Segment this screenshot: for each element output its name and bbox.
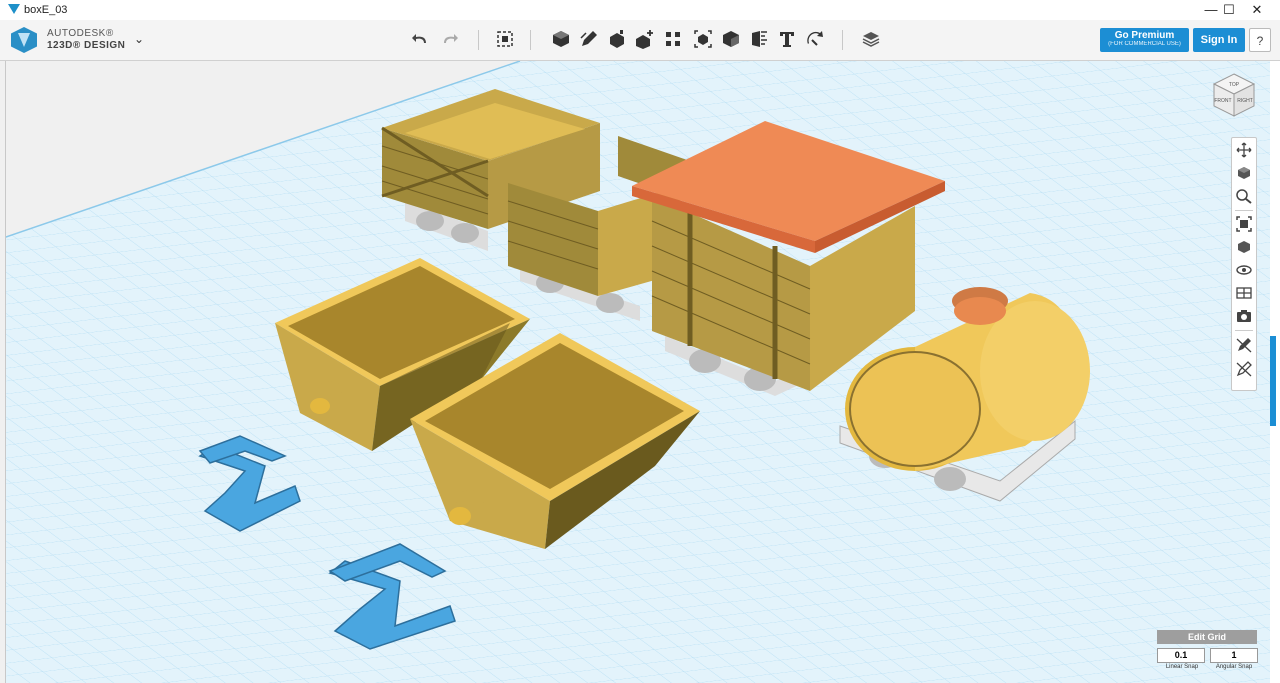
app-menu-chevron-icon[interactable]: ⌄ (134, 32, 144, 46)
primitives-icon[interactable] (550, 28, 572, 50)
linear-snap-field[interactable]: 0.1 (1157, 648, 1205, 663)
navbar-separator (1235, 210, 1253, 211)
grouping-icon[interactable] (692, 28, 714, 50)
material-icon[interactable] (860, 28, 882, 50)
close-button[interactable]: ✕ (1234, 0, 1280, 20)
go-premium-label: Go Premium (1114, 30, 1175, 41)
angular-snap-field[interactable]: 1 (1210, 648, 1258, 663)
materials-icon[interactable] (1234, 284, 1254, 302)
construct-icon[interactable] (606, 28, 628, 50)
snap-tool-icon[interactable] (1234, 360, 1254, 378)
edit-icon[interactable] (1234, 336, 1254, 354)
brand-line2: 123D® DESIGN (47, 40, 126, 51)
toolbar-separator (530, 30, 531, 50)
pattern-icon[interactable] (662, 28, 684, 50)
view-cube-right: RIGHT (1237, 98, 1253, 104)
toolbar-separator (478, 30, 479, 50)
fit-icon[interactable] (1234, 215, 1254, 233)
camera-icon[interactable] (1234, 307, 1254, 325)
side-panel-tab[interactable] (1270, 336, 1276, 426)
help-button[interactable]: ? (1249, 28, 1271, 52)
window-title: boxE_03 (24, 4, 68, 16)
brand-line1: AUTODESK® (47, 28, 114, 39)
edit-grid-panel: Edit Grid 0.1 1 Linear Snap Angular Snap (1157, 630, 1259, 676)
app-icon (8, 4, 20, 14)
views-icon[interactable] (1234, 238, 1254, 256)
navbar-separator (1235, 330, 1253, 331)
toolbar-separator (842, 30, 843, 50)
view-cube[interactable]: TOP FRONT RIGHT (1209, 70, 1259, 120)
orbit-icon[interactable] (1234, 164, 1254, 182)
sketch-icon[interactable] (578, 28, 600, 50)
edit-grid-button[interactable]: Edit Grid (1157, 630, 1257, 644)
angular-snap-label: Angular Snap (1215, 664, 1253, 670)
main-toolbar: AUTODESK® 123D® DESIGN ⌄ Go Premium (FOR… (0, 20, 1280, 61)
view-cube-top: TOP (1229, 82, 1240, 88)
go-premium-button[interactable]: Go Premium (FOR COMMERCIAL USE) (1100, 28, 1189, 52)
right-panel-edge (1270, 61, 1280, 683)
linear-snap-label: Linear Snap (1165, 664, 1199, 670)
undo-icon[interactable] (410, 28, 432, 50)
view-cube-front: FRONT (1214, 98, 1231, 104)
text-icon[interactable] (776, 28, 798, 50)
modify-icon[interactable] (634, 28, 656, 50)
sign-in-button[interactable]: Sign In (1193, 28, 1245, 52)
redo-icon[interactable] (438, 28, 460, 50)
navigation-bar (1231, 137, 1257, 391)
transform-icon[interactable] (494, 28, 516, 50)
3d-viewport[interactable] (0, 61, 1276, 683)
measure-icon[interactable] (748, 28, 770, 50)
go-premium-sublabel: (FOR COMMERCIAL USE) (1108, 41, 1181, 47)
combine-icon[interactable] (720, 28, 742, 50)
title-bar: boxE_03 — ☐ ✕ (0, 0, 1280, 21)
zoom-icon[interactable] (1234, 187, 1254, 205)
left-panel-edge (0, 61, 6, 683)
visibility-icon[interactable] (1234, 261, 1254, 279)
pan-icon[interactable] (1234, 141, 1254, 159)
snap-icon[interactable] (804, 28, 826, 50)
